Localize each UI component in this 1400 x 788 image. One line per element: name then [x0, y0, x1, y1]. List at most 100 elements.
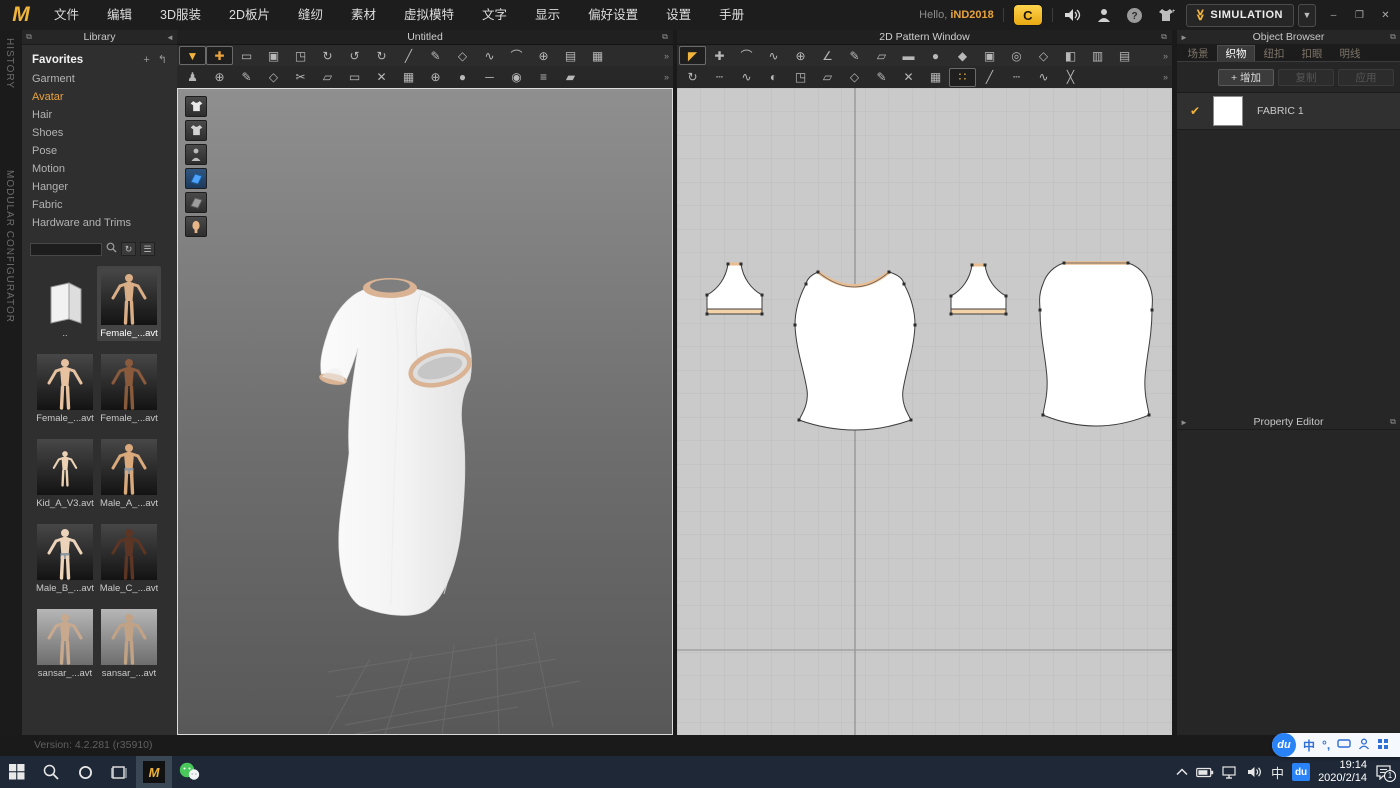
- show-fabric-icon[interactable]: [185, 192, 207, 213]
- segment-sewing-tool-icon[interactable]: ╱: [976, 68, 1003, 87]
- edit-pattern-tool-icon[interactable]: ✚: [706, 46, 733, 65]
- add-garment-tool-icon[interactable]: ◇: [449, 46, 476, 65]
- zipper-tool-tool-icon[interactable]: ≡: [530, 68, 557, 87]
- modular-configurator-tab[interactable]: MODULAR CONFIGURATOR: [4, 170, 15, 323]
- toolbar-overflow-icon[interactable]: »: [664, 72, 673, 82]
- garment-fit-grid-tool-icon[interactable]: ▦: [395, 68, 422, 87]
- ime-keyboard-icon[interactable]: [1337, 738, 1351, 752]
- flip-pattern-tool-icon[interactable]: ◐: [760, 68, 787, 87]
- polygon-pen-tool-icon[interactable]: ✎: [841, 46, 868, 65]
- select-mesh-tool-icon[interactable]: ◳: [287, 46, 314, 65]
- volume-icon[interactable]: [1247, 766, 1263, 778]
- apply-fabric-button[interactable]: 应用: [1338, 69, 1394, 86]
- menu-item[interactable]: 手册: [705, 0, 758, 30]
- transform-pattern-tool-icon[interactable]: ◤: [679, 46, 706, 65]
- pin-tool-tool-icon[interactable]: ⊕: [206, 68, 233, 87]
- create-dart-tool-icon[interactable]: ◇: [1030, 46, 1057, 65]
- free-sewing-tool-icon[interactable]: ┄: [1003, 68, 1030, 87]
- avatar-thumbnail[interactable]: Female_...avt: [97, 351, 161, 426]
- ime-lang-toggle[interactable]: 中: [1303, 737, 1315, 754]
- baidu-ime-logo[interactable]: du: [1272, 733, 1296, 757]
- scale-pattern-tool-icon[interactable]: ◳: [787, 68, 814, 87]
- seam-line-tool-icon[interactable]: ─: [476, 68, 503, 87]
- add-point-tool-icon[interactable]: ⊕: [787, 46, 814, 65]
- fit-grid-tool-icon[interactable]: ▦: [922, 68, 949, 87]
- curve-points-2d-tool-icon[interactable]: ∿: [733, 68, 760, 87]
- pin-icon[interactable]: ►: [1177, 418, 1191, 427]
- baidu-ime-tray-icon[interactable]: du: [1292, 763, 1310, 781]
- paint-tool-tool-icon[interactable]: ✎: [422, 46, 449, 65]
- mirror-pattern-tool-icon[interactable]: ◧: [1057, 46, 1084, 65]
- move-points-2d-tool-icon[interactable]: ┄: [706, 68, 733, 87]
- history-tab[interactable]: HISTORY: [4, 38, 15, 89]
- taskbar-search-icon[interactable]: [34, 756, 68, 788]
- internal-circle-tool-icon[interactable]: ◎: [1003, 46, 1030, 65]
- menu-item[interactable]: 编辑: [93, 0, 146, 30]
- start-button[interactable]: [0, 756, 34, 788]
- layer-garments-tool-icon[interactable]: ▤: [557, 46, 584, 65]
- toolbar-overflow-icon[interactable]: »: [1163, 51, 1172, 61]
- ime-language-indicator[interactable]: 中: [1271, 763, 1284, 782]
- fold-arrangement-tool-icon[interactable]: ▱: [314, 68, 341, 87]
- create-rectangle-tool-icon[interactable]: ▬: [895, 46, 922, 65]
- check-icon[interactable]: ✔: [1177, 104, 1213, 118]
- popout-icon[interactable]: ⧉: [1386, 32, 1400, 42]
- pattern-front-bodice[interactable]: [794, 271, 917, 431]
- edit-angle-tool-icon[interactable]: ∠: [814, 46, 841, 65]
- battery-icon[interactable]: [1196, 767, 1214, 778]
- edit-curve-3d-tool-icon[interactable]: ∿: [476, 46, 503, 65]
- import-dropdown-tool-icon[interactable]: ▼: [179, 46, 206, 65]
- show-garment-alt-icon[interactable]: [185, 120, 207, 141]
- ime-profile-icon[interactable]: [1358, 738, 1370, 753]
- show-garment-icon[interactable]: [185, 96, 207, 117]
- sewing-machine-tool-icon[interactable]: ✎: [868, 68, 895, 87]
- viewport-3d[interactable]: [177, 88, 673, 735]
- list-view-icon[interactable]: ☰: [140, 242, 155, 256]
- simulation-dropdown-button[interactable]: ▼: [1298, 4, 1316, 27]
- popout-icon[interactable]: ⧉: [657, 32, 673, 42]
- pin-icon[interactable]: ◄: [163, 33, 177, 42]
- menu-item[interactable]: 素材: [337, 0, 390, 30]
- help-icon[interactable]: ?: [1124, 4, 1146, 26]
- back-icon[interactable]: ↰: [150, 53, 167, 66]
- menu-item[interactable]: 缝纫: [284, 0, 337, 30]
- library-folder-up[interactable]: ..: [33, 266, 97, 341]
- menu-item[interactable]: 设置: [652, 0, 705, 30]
- show-sewing-points-tool-icon[interactable]: ∷: [949, 68, 976, 87]
- rect-select-tool-icon[interactable]: ▭: [233, 46, 260, 65]
- object-browser-tab[interactable]: 明线: [1331, 45, 1369, 61]
- popout-icon[interactable]: ⧉: [1386, 417, 1400, 427]
- lasso-select-tool-icon[interactable]: ▣: [260, 46, 287, 65]
- avatar-thumbnail[interactable]: Female_...avt: [97, 266, 161, 341]
- detach-sewing-tool-icon[interactable]: ╳: [1057, 68, 1084, 87]
- popout-icon[interactable]: ⧉: [22, 32, 36, 42]
- sewing-cut-tool-icon[interactable]: ✂: [287, 68, 314, 87]
- pattern-2d-canvas[interactable]: [677, 88, 1172, 735]
- attach-button-tool-icon[interactable]: ●: [449, 68, 476, 87]
- baidu-ime-bar[interactable]: du 中 °,: [1272, 733, 1400, 757]
- action-center-icon[interactable]: 1: [1375, 765, 1392, 780]
- object-browser-tab[interactable]: 织物: [1217, 45, 1255, 61]
- favorites-row[interactable]: Favorites + ↰: [22, 45, 177, 70]
- viewport3d-titlebar[interactable]: Untitled ⧉: [177, 30, 673, 45]
- object-browser-tab[interactable]: 纽扣: [1255, 45, 1293, 61]
- pleats-fold-tool-icon[interactable]: ▤: [1111, 46, 1138, 65]
- menu-item[interactable]: 文字: [468, 0, 521, 30]
- popout-icon[interactable]: ⧉: [1156, 32, 1172, 42]
- add-garment-icon[interactable]: +: [1155, 4, 1177, 26]
- library-item-hair[interactable]: Hair: [22, 106, 177, 124]
- pen-3d-tool-icon[interactable]: ╱: [395, 46, 422, 65]
- avatar-thumbnail[interactable]: sansar_...avt: [33, 606, 97, 681]
- show-head-icon[interactable]: [185, 216, 207, 237]
- pleats-tool-icon[interactable]: ▥: [1084, 46, 1111, 65]
- menu-item[interactable]: 文件: [40, 0, 93, 30]
- toolbar-overflow-icon[interactable]: »: [1163, 72, 1172, 82]
- edit-curvature-tool-icon[interactable]: ⌒: [733, 46, 760, 65]
- show-fabric-blue-icon[interactable]: [185, 168, 207, 189]
- show-box-tool-icon[interactable]: ▦: [584, 46, 611, 65]
- fabric-list-item[interactable]: ✔ FABRIC 1: [1177, 92, 1400, 130]
- library-item-hanger[interactable]: Hanger: [22, 178, 177, 196]
- pin-garment-tool-icon[interactable]: ⊕: [530, 46, 557, 65]
- library-item-hardware-and-trims[interactable]: Hardware and Trims: [22, 214, 177, 232]
- avatar-pose-tool-icon[interactable]: ♟: [179, 68, 206, 87]
